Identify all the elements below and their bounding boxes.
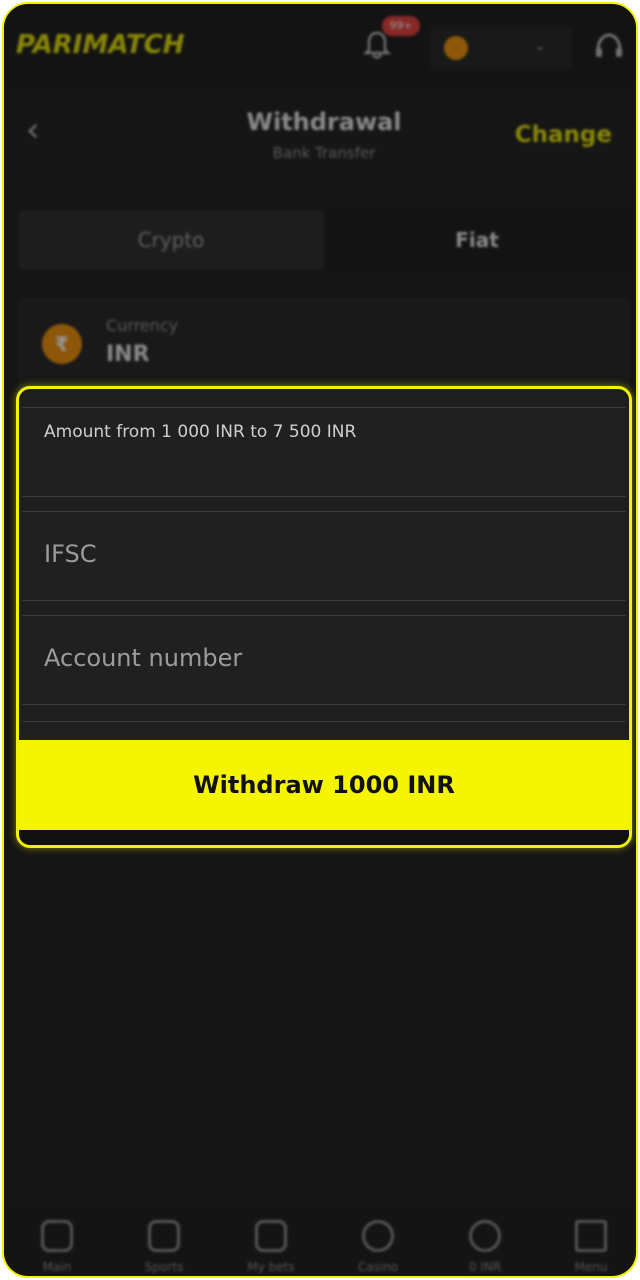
menu-icon <box>575 1220 607 1252</box>
page-header: ‹ Withdrawal Bank Transfer Change <box>4 86 636 186</box>
bets-icon <box>255 1220 287 1252</box>
withdrawal-form-panel: Amount from 1 000 INR to 7 500 INR IFSC … <box>16 386 632 848</box>
account-number-placeholder: Account number <box>44 644 243 672</box>
sports-icon <box>148 1220 180 1252</box>
ifsc-field[interactable]: IFSC <box>22 511 626 601</box>
amount-range-label: Amount from 1 000 INR to 7 500 INR <box>44 422 357 442</box>
nav-label-menu: Menu <box>574 1260 608 1274</box>
nav-item-balance[interactable]: 0 INR <box>440 1220 530 1274</box>
currency-value: INR <box>106 342 150 367</box>
currency-label: Currency <box>106 316 179 335</box>
nav-label-casino: Casino <box>357 1260 399 1274</box>
bottom-nav: Main Sports My bets Casino 0 INR Menu <box>4 1210 636 1276</box>
wallet-icon <box>469 1220 501 1252</box>
balance-selector[interactable]: ⌄ <box>430 26 572 70</box>
brand-logo[interactable]: PARIMATCH <box>16 30 185 60</box>
nav-item-casino[interactable]: Casino <box>333 1220 423 1274</box>
nav-item-main[interactable]: Main <box>12 1220 102 1274</box>
tab-fiat[interactable]: Fiat <box>324 210 630 270</box>
top-bar: PARIMATCH 99+ ⌄ <box>4 4 636 86</box>
nav-label-balance: 0 INR <box>468 1260 502 1274</box>
home-icon <box>41 1220 73 1252</box>
nav-item-menu[interactable]: Menu <box>546 1220 636 1274</box>
app-frame: PARIMATCH 99+ ⌄ ‹ Withdrawal Bank Transf… <box>2 2 638 1278</box>
nav-label-sports: Sports <box>144 1260 184 1274</box>
notification-badge: 99+ <box>382 16 420 36</box>
panel-bottom-strip <box>19 830 629 845</box>
withdraw-button[interactable]: Withdraw 1000 INR <box>19 740 629 830</box>
change-method-link[interactable]: Change <box>515 122 612 148</box>
nav-label-my-bets: My bets <box>247 1260 295 1274</box>
chevron-down-icon: ⌄ <box>534 38 546 54</box>
coin-icon <box>444 36 468 60</box>
tab-crypto[interactable]: Crypto <box>18 210 324 270</box>
nav-item-my-bets[interactable]: My bets <box>226 1220 316 1274</box>
currency-selector[interactable]: ₹ Currency INR <box>18 298 630 394</box>
account-number-field[interactable]: Account number <box>22 615 626 705</box>
currency-type-tabs: Crypto Fiat <box>18 210 630 270</box>
ifsc-placeholder: IFSC <box>44 540 97 568</box>
casino-icon <box>362 1220 394 1252</box>
nav-label-main: Main <box>42 1260 72 1274</box>
support-icon[interactable] <box>592 30 626 64</box>
rupee-coin-icon: ₹ <box>42 324 82 364</box>
nav-item-sports[interactable]: Sports <box>119 1220 209 1274</box>
amount-field[interactable]: Amount from 1 000 INR to 7 500 INR <box>22 407 626 497</box>
extra-field[interactable] <box>22 721 626 742</box>
